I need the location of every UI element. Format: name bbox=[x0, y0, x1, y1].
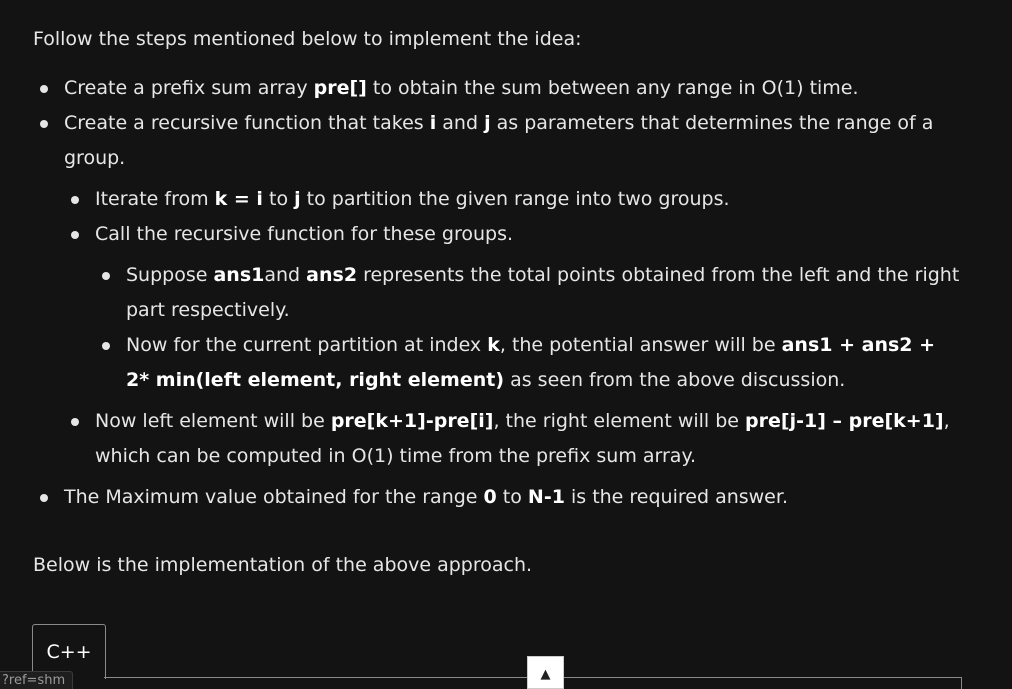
code-term: 0 bbox=[483, 486, 497, 508]
code-term: pre[k+1]-pre[i] bbox=[330, 410, 494, 432]
list-item: Suppose ans1and ans2 represents the tota… bbox=[102, 258, 964, 328]
scroll-to-top-button[interactable]: ▲ bbox=[527, 656, 564, 689]
code-term: ans2 bbox=[306, 264, 358, 286]
list-item: Iterate from k = i to j to partition the… bbox=[71, 182, 964, 217]
code-term: ans1 bbox=[213, 264, 265, 286]
arrow-up-icon: ▲ bbox=[540, 667, 551, 682]
sub-steps-list: Iterate from k = i to j to partition the… bbox=[71, 182, 964, 474]
code-term: N-1 bbox=[527, 486, 565, 508]
steps-list: Create a prefix sum array pre[] to obtai… bbox=[40, 71, 964, 515]
intro-text: Follow the steps mentioned below to impl… bbox=[33, 28, 582, 50]
list-item: The Maximum value obtained for the range… bbox=[40, 480, 964, 515]
list-item: Now for the current partition at index k… bbox=[102, 328, 964, 398]
list-item: Create a prefix sum array pre[] to obtai… bbox=[40, 71, 964, 106]
code-term: pre[j-1] – pre[k+1] bbox=[745, 410, 944, 432]
link-preview-hint: ?ref=shm bbox=[0, 671, 74, 689]
code-term: pre[] bbox=[313, 77, 367, 99]
list-item: Call the recursive function for these gr… bbox=[71, 217, 964, 398]
nested-steps-list: Suppose ans1and ans2 represents the tota… bbox=[102, 258, 964, 398]
code-term: k = i bbox=[214, 188, 263, 210]
code-term: k bbox=[487, 334, 500, 356]
implementation-intro: Below is the implementation of the above… bbox=[33, 554, 533, 576]
list-item: Create a recursive function that takes i… bbox=[40, 106, 964, 474]
list-item: Now left element will be pre[k+1]-pre[i]… bbox=[71, 404, 964, 474]
